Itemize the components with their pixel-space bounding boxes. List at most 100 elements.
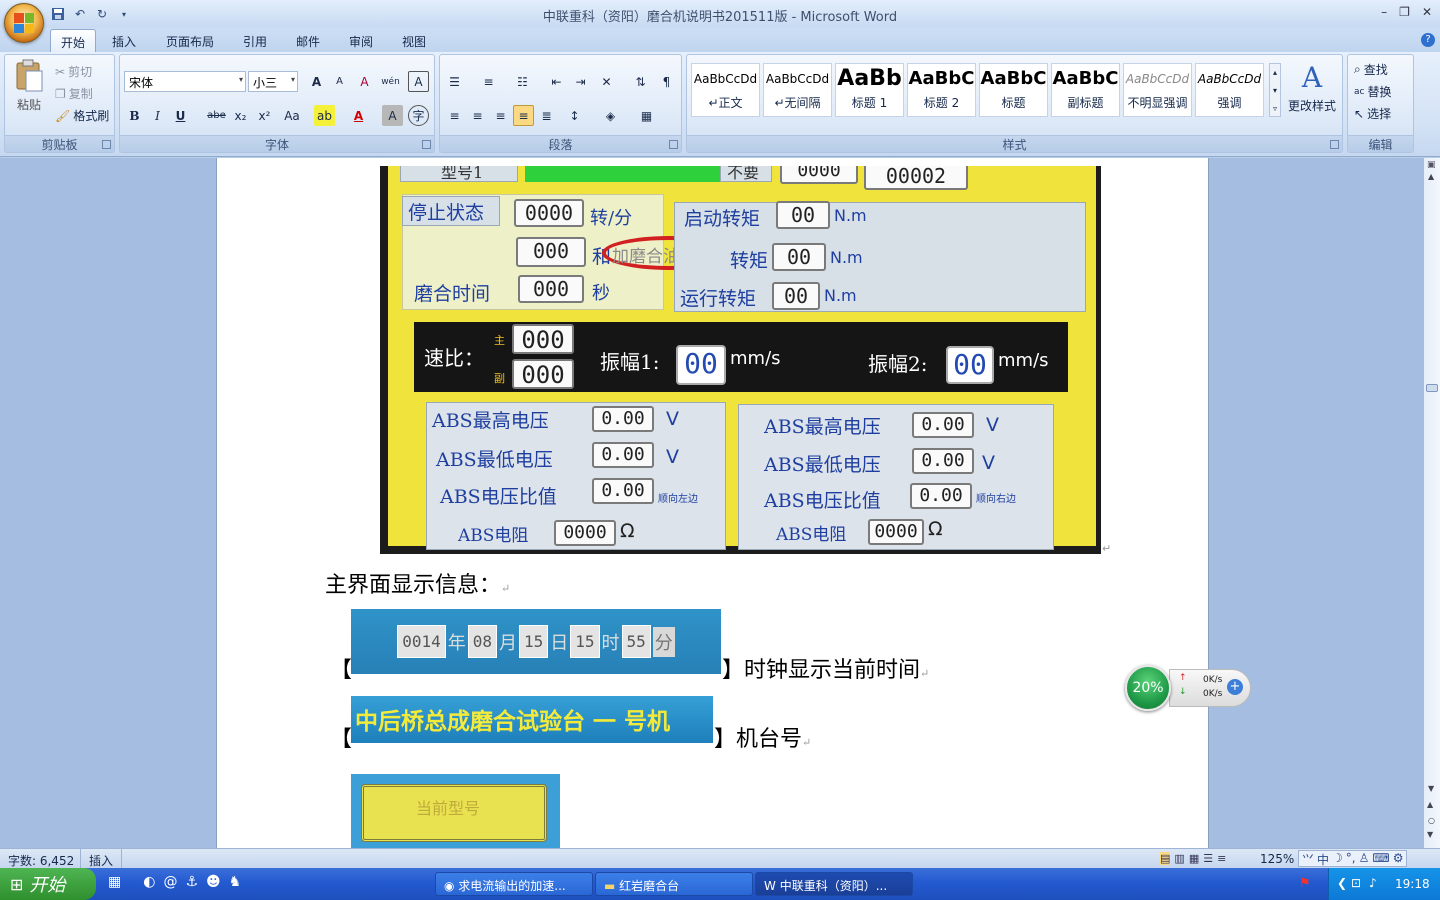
vertical-scrollbar[interactable]: ▣ ▲ ▼ ▲ ○ ▼ (1424, 158, 1440, 848)
paste-button[interactable]: 粘贴 (11, 59, 47, 113)
browse-object-icon[interactable]: ○ (1428, 816, 1435, 825)
shrink-font-icon[interactable]: A (329, 71, 350, 92)
redo-icon[interactable]: ↻ (94, 6, 110, 22)
style-subtitle[interactable]: AaBbC 副标题 (1051, 63, 1120, 117)
scroll-up-icon[interactable]: ▲ (1428, 172, 1434, 181)
font-size-combo[interactable]: 小三 ▾ (248, 71, 298, 92)
shading-icon[interactable]: ◈ (600, 105, 621, 126)
paragraph-launcher-icon[interactable] (669, 140, 678, 149)
tab-review[interactable]: 审阅 (339, 29, 383, 52)
tab-insert[interactable]: 插入 (102, 29, 146, 52)
close-button[interactable]: ✕ (1422, 5, 1432, 19)
scroll-down-icon[interactable]: ▼ (1428, 784, 1434, 793)
ime-toolbar[interactable]: ⺍中 ☽ °, ♙ ⌨ ⚙ (1298, 850, 1408, 867)
network-icon[interactable]: ⊡ (1351, 876, 1361, 890)
style-emphasis[interactable]: AaBbCcDd 强调 (1195, 63, 1264, 117)
chevron-left-icon[interactable]: ❮ (1337, 876, 1347, 890)
font-color-icon[interactable]: A (348, 105, 369, 126)
underline-button[interactable]: U (170, 105, 191, 126)
change-styles-button[interactable]: A 更改样式 (1287, 61, 1337, 114)
decrease-indent-icon[interactable]: ⇤ (546, 71, 567, 92)
style-heading-1[interactable]: AaBb 标题 1 (835, 63, 904, 117)
ime-user-icon[interactable]: ♙ (1359, 851, 1370, 866)
start-button[interactable]: ⊞ 开始 (0, 868, 96, 900)
justify-icon[interactable]: ≡ (513, 105, 534, 126)
style-heading-2[interactable]: AaBbC 标题 2 (907, 63, 976, 117)
change-case-button[interactable]: Aa (278, 105, 306, 126)
bullets-icon[interactable]: ☰ (444, 71, 465, 92)
reading-layout-icon[interactable]: ▥ (1174, 852, 1184, 865)
chinese-layout-icon[interactable]: ✕ (596, 71, 617, 92)
restore-button[interactable]: ❐ (1399, 5, 1410, 19)
align-right-icon[interactable]: ≡ (490, 105, 511, 126)
draft-icon[interactable]: ≡ (1217, 852, 1226, 865)
zoom-level[interactable]: 125% (1260, 852, 1294, 866)
task-button-folder[interactable]: ▬ 红岩磨合台 (595, 872, 753, 896)
help-icon[interactable]: ? (1421, 33, 1435, 47)
ime-moon-icon[interactable]: ☽ (1332, 851, 1343, 866)
strikethrough-button[interactable]: abe (206, 105, 227, 126)
style-no-spacing[interactable]: AaBbCcDd ↵无间隔 (763, 63, 832, 117)
show-desktop-icon[interactable]: ▦ (108, 874, 121, 890)
bold-button[interactable]: B (124, 105, 145, 126)
scroll-thumb[interactable] (1426, 384, 1438, 392)
copy-button[interactable]: ❐ 复制 (55, 85, 93, 102)
task-button-accel[interactable]: ◉ 求电流输出的加速... (435, 872, 593, 896)
subscript-button[interactable]: x₂ (230, 105, 251, 126)
undo-icon[interactable]: ↶ (72, 6, 88, 22)
char-shading-icon[interactable]: A (382, 105, 403, 126)
show-marks-icon[interactable]: ¶ (656, 71, 677, 92)
format-painter-button[interactable]: 🖌 格式刷 (55, 107, 109, 124)
char-border-icon[interactable]: A (408, 71, 429, 92)
cut-button[interactable]: ✂ 剪切 (55, 63, 92, 80)
font-name-combo[interactable]: 宋体 ▾ (124, 71, 246, 92)
pdf-tray-icon[interactable]: ⚑ (1299, 876, 1311, 891)
net-speed-widget[interactable]: 20% ↑ ↓ 0K/s 0K/s + (1125, 665, 1251, 711)
customize-qat-icon[interactable]: ▾ (116, 6, 132, 22)
save-icon[interactable] (50, 6, 66, 22)
ime-punct-icon[interactable]: °, (1346, 851, 1356, 866)
ime-settings-icon[interactable]: ⚙ (1393, 851, 1404, 866)
insert-mode[interactable]: 插入 (80, 849, 123, 868)
prev-page-icon[interactable]: ▲ (1427, 800, 1433, 809)
style-normal[interactable]: AaBbCcDd ↵正文 (691, 63, 760, 117)
office-button[interactable] (4, 3, 44, 43)
highlight-icon[interactable]: ab (314, 105, 335, 126)
print-layout-icon[interactable]: ▤ (1160, 852, 1171, 865)
numbering-icon[interactable]: ≡ (478, 71, 499, 92)
ie-icon[interactable]: ◐ (143, 874, 155, 890)
minimize-button[interactable]: – (1381, 5, 1387, 19)
browser-icon[interactable]: @ (163, 874, 177, 890)
select-button[interactable]: ↖ 选择 (1354, 105, 1391, 122)
align-center-icon[interactable]: ≡ (467, 105, 488, 126)
increase-indent-icon[interactable]: ⇥ (570, 71, 591, 92)
tab-page-layout[interactable]: 页面布局 (156, 29, 224, 52)
multilevel-list-icon[interactable]: ☷ (512, 71, 533, 92)
ime-keyboard-icon[interactable]: ⌨ (1372, 851, 1389, 866)
styles-scroll[interactable]: ▴ ▾ ▿ (1269, 63, 1281, 117)
word-count[interactable]: 字数: 6,452 (8, 852, 74, 869)
sort-icon[interactable]: ⇅ (630, 71, 651, 92)
tab-view[interactable]: 视图 (392, 29, 436, 52)
qq-icon[interactable]: ♞ (229, 874, 242, 890)
ime-icon[interactable]: ⺍ (1302, 851, 1314, 867)
font-launcher-icon[interactable] (422, 140, 431, 149)
distributed-icon[interactable]: ≣ (536, 105, 557, 126)
enclose-char-icon[interactable]: 字 (408, 105, 429, 126)
replace-button[interactable]: ac 替换 (1354, 83, 1391, 100)
volume-icon[interactable]: ♪ (1369, 876, 1377, 890)
next-page-icon[interactable]: ▼ (1427, 830, 1433, 839)
outline-icon[interactable]: ☰ (1203, 852, 1213, 865)
superscript-button[interactable]: x² (254, 105, 275, 126)
italic-button[interactable]: I (147, 105, 168, 126)
find-button[interactable]: ⌕ 查找 (1354, 61, 1388, 78)
tab-home[interactable]: 开始 (50, 29, 97, 52)
style-subtle-emphasis[interactable]: AaBbCcDd 不明显强调 (1123, 63, 1192, 117)
task-button-word[interactable]: W 中联重科（资阳）... (755, 872, 913, 896)
plus-icon[interactable]: + (1227, 679, 1243, 695)
anchor-icon[interactable]: ⚓ (185, 874, 198, 890)
clock-time[interactable]: 19:18 (1395, 877, 1430, 891)
ruler-toggle-icon[interactable]: ▣ (1427, 160, 1436, 170)
align-left-icon[interactable]: ≡ (444, 105, 465, 126)
tab-references[interactable]: 引用 (233, 29, 277, 52)
